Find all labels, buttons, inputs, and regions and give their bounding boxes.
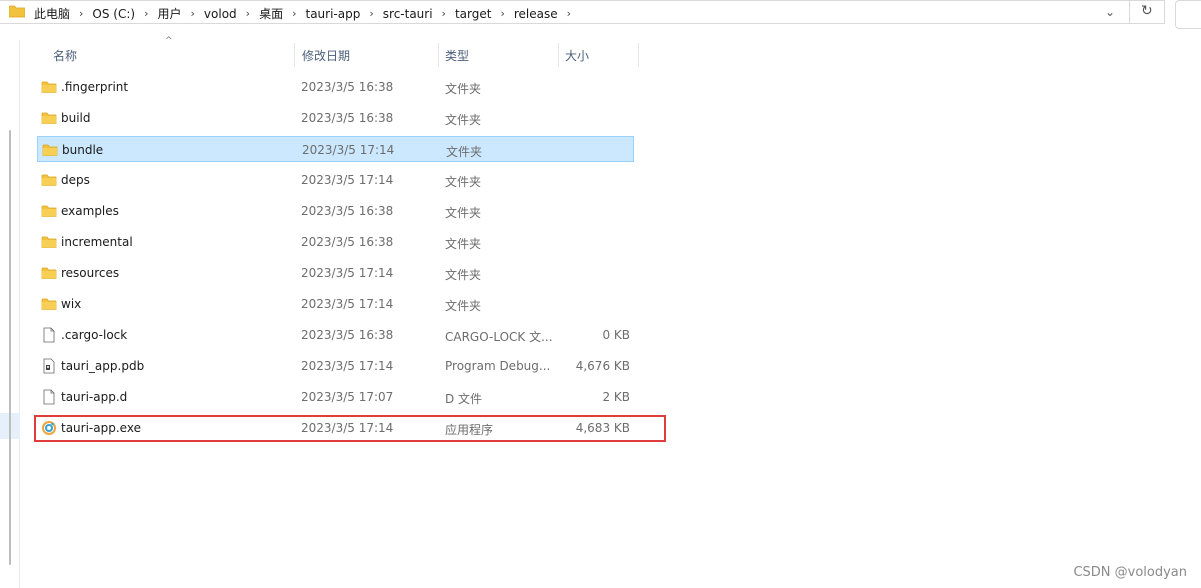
file-date-modified: 2023/3/5 16:38 (301, 111, 394, 125)
file-name: .cargo-lock (61, 328, 128, 342)
file-name: resources (61, 266, 120, 280)
column-divider[interactable] (294, 43, 295, 67)
watermark: CSDN @volodyan (1073, 565, 1187, 580)
breadcrumb-separator[interactable]: › (369, 7, 373, 20)
breadcrumb-item[interactable]: 桌面 (259, 5, 283, 22)
file-icon (41, 327, 57, 343)
breadcrumb-separator[interactable]: › (292, 7, 296, 20)
file-date-modified: 2023/3/5 16:38 (301, 328, 394, 342)
refresh-button[interactable]: ↻ (1129, 0, 1165, 24)
file-date-modified: 2023/3/5 17:14 (301, 359, 394, 373)
breadcrumb-separator[interactable]: › (144, 7, 148, 20)
file-name: .fingerprint (61, 80, 129, 94)
file-name: bundle (62, 143, 104, 157)
file-type: 文件夹 (445, 206, 482, 220)
breadcrumb-item[interactable]: release (514, 7, 558, 21)
address-bar[interactable]: 此电脑 › OS (C:) › 用户 › volod › 桌面 › tauri-app › src-ta… (0, 0, 1165, 24)
chevron-down-icon[interactable]: ⌄ (1105, 5, 1115, 19)
folder-icon (42, 142, 58, 158)
file-type: CARGO-LOCK 文... (445, 330, 553, 344)
file-size: 0 KB (602, 328, 630, 342)
pdb-file-icon (41, 358, 57, 374)
file-type: D 文件 (445, 392, 483, 406)
file-row[interactable]: wix 2023/3/5 17:14 文件夹 (37, 291, 634, 317)
breadcrumb-item[interactable]: OS (C:) (92, 7, 135, 21)
file-row[interactable]: incremental 2023/3/5 16:38 文件夹 (37, 229, 634, 255)
file-date-modified: 2023/3/5 16:38 (301, 235, 394, 249)
folder-icon (41, 110, 57, 126)
breadcrumb-separator[interactable]: › (191, 7, 195, 20)
breadcrumb-item[interactable]: target (455, 7, 492, 21)
file-row[interactable]: .cargo-lock 2023/3/5 16:38 CARGO-LOCK 文...… (37, 322, 634, 348)
file-row[interactable]: resources 2023/3/5 17:14 文件夹 (37, 260, 634, 286)
breadcrumb-item[interactable]: volod (204, 7, 237, 21)
breadcrumb-separator[interactable]: › (500, 7, 504, 20)
column-header-type-label: 类型 (445, 49, 470, 63)
file-type: 文件夹 (445, 175, 482, 189)
file-type: 文件夹 (445, 237, 482, 251)
breadcrumb-item[interactable]: src-tauri (383, 7, 433, 21)
sort-ascending-icon: ^ (165, 36, 173, 46)
file-date-modified: 2023/3/5 17:14 (301, 173, 394, 187)
folder-icon (41, 79, 57, 95)
folder-icon (41, 265, 57, 281)
folder-icon (9, 5, 25, 18)
breadcrumb-item[interactable]: 用户 (158, 5, 182, 22)
breadcrumb-separator[interactable]: › (442, 7, 446, 20)
column-divider[interactable] (638, 43, 639, 67)
file-date-modified: 2023/3/5 16:38 (301, 80, 394, 94)
file-size: 2 KB (602, 390, 630, 404)
highlight-annotation-box (34, 415, 666, 442)
file-row[interactable]: build 2023/3/5 16:38 文件夹 (37, 105, 634, 131)
file-row[interactable]: .fingerprint 2023/3/5 16:38 文件夹 (37, 74, 634, 100)
file-name: tauri_app.pdb (61, 359, 145, 373)
file-row[interactable]: examples 2023/3/5 16:38 文件夹 (37, 198, 634, 224)
column-header-name-label: 名称 (53, 49, 78, 63)
file-date-modified: 2023/3/5 17:14 (301, 297, 394, 311)
file-date-modified: 2023/3/5 16:38 (301, 204, 394, 218)
file-name: tauri-app.d (61, 390, 128, 404)
file-type: 文件夹 (445, 268, 482, 282)
folder-icon (41, 234, 57, 250)
breadcrumb-separator[interactable]: › (79, 7, 83, 20)
navigation-scrollbar[interactable] (9, 130, 11, 565)
file-type: 文件夹 (445, 299, 482, 313)
file-row[interactable]: bundle 2023/3/5 17:14 文件夹 (37, 136, 634, 162)
file-row[interactable]: tauri_app.pdb 2023/3/5 17:14 Program Debug… (37, 353, 634, 379)
file-row[interactable]: tauri-app.d 2023/3/5 17:07 D 文件 2 KB (37, 384, 634, 410)
folder-icon (41, 203, 57, 219)
folder-icon (41, 296, 57, 312)
file-name: examples (61, 204, 119, 218)
column-header-date-label: 修改日期 (302, 49, 351, 63)
folder-icon (41, 172, 57, 188)
file-name: wix (61, 297, 82, 311)
refresh-icon: ↻ (1141, 3, 1153, 19)
file-type: 文件夹 (446, 145, 483, 159)
file-name: build (61, 111, 91, 125)
breadcrumb: 此电脑 › OS (C:) › 用户 › volod › 桌面 › tauri-app › src-ta… (34, 5, 580, 22)
file-name: deps (61, 173, 90, 187)
breadcrumb-separator[interactable]: › (246, 7, 250, 20)
file-date-modified: 2023/3/5 17:14 (302, 143, 395, 157)
file-date-modified: 2023/3/5 17:14 (301, 266, 394, 280)
breadcrumb-item[interactable]: 此电脑 (34, 5, 70, 22)
file-icon (41, 389, 57, 405)
file-size: 4,676 KB (575, 359, 630, 373)
column-header-size-label: 大小 (565, 49, 590, 63)
column-divider[interactable] (558, 43, 559, 67)
file-date-modified: 2023/3/5 17:07 (301, 390, 394, 404)
file-type: 文件夹 (445, 82, 482, 96)
breadcrumb-separator[interactable]: › (567, 7, 571, 20)
file-row[interactable]: deps 2023/3/5 17:14 文件夹 (37, 167, 634, 193)
search-box[interactable] (1175, 0, 1201, 29)
file-type: Program Debug... (445, 359, 551, 373)
breadcrumb-item[interactable]: tauri-app (306, 7, 361, 21)
file-name: incremental (61, 235, 133, 249)
file-type: 文件夹 (445, 113, 482, 127)
column-divider[interactable] (438, 43, 439, 67)
